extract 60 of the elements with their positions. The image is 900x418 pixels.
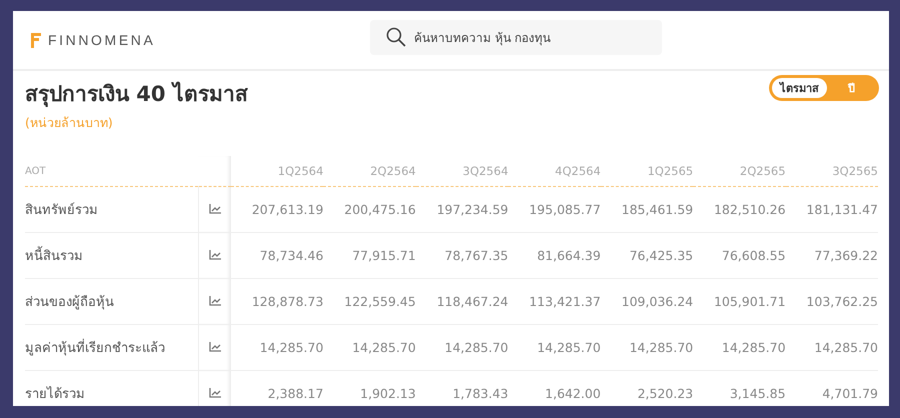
table-cell: 105,901.71 — [714, 294, 786, 309]
table-cell: 14,285.70 — [814, 340, 878, 355]
table-cell: 14,285.70 — [629, 340, 694, 355]
table-cell: 1,642.00 — [545, 386, 601, 401]
column-header: 2Q2564 — [370, 164, 416, 178]
period-tab[interactable]: ไตรมาส — [772, 78, 827, 98]
table-cell: 77,369.22 — [814, 248, 878, 263]
table-cell: 1,783.43 — [452, 386, 508, 401]
chart-icon[interactable] — [208, 204, 221, 214]
chart-icon[interactable] — [208, 342, 221, 352]
chart-icon[interactable] — [208, 388, 221, 398]
table-cell: 78,734.46 — [260, 248, 324, 263]
column-header: 1Q2564 — [278, 164, 324, 178]
logo-text: FINNOMENA — [48, 32, 156, 48]
column-header: 3Q2564 — [462, 164, 508, 178]
chart-icon[interactable] — [208, 250, 221, 260]
table-cell: 77,915.71 — [352, 248, 416, 263]
table-cell: 81,664.39 — [537, 248, 601, 263]
table-cell: 1,902.13 — [360, 386, 416, 401]
table-cell: 3,145.85 — [730, 386, 786, 401]
unit-label: (หน่วยล้านบาท) — [25, 114, 113, 132]
table-cell: 197,234.59 — [436, 202, 508, 217]
table-cell: 2,388.17 — [268, 386, 324, 401]
search-field[interactable]: ค้นหาบทความ หุ้น กองทุน — [370, 20, 662, 55]
table-cell: 181,131.47 — [806, 202, 878, 217]
column-header: 2Q2565 — [740, 164, 786, 178]
table-cell: 109,036.24 — [622, 294, 694, 309]
column-header: 4Q2564 — [555, 164, 601, 178]
table-cell: 122,559.45 — [344, 294, 416, 309]
column-header: 3Q2565 — [832, 164, 878, 178]
table-cell: 185,461.59 — [622, 202, 694, 217]
row-label: มูลค่าหุ้นที่เรียกชำระแล้ว — [25, 337, 165, 358]
logo-icon — [30, 32, 42, 48]
table-cell: 182,510.26 — [714, 202, 786, 217]
table-cell: 14,285.70 — [722, 340, 786, 355]
table-cell: 4,701.79 — [822, 386, 878, 401]
table-cell: 76,608.55 — [722, 248, 786, 263]
table-cell: 14,285.70 — [444, 340, 508, 355]
table-cell: 200,475.16 — [344, 202, 416, 217]
search-icon — [386, 27, 406, 47]
table-cell: 103,762.25 — [806, 294, 878, 309]
table-cell: 207,613.19 — [252, 202, 324, 217]
table-cell: 195,085.77 — [529, 202, 601, 217]
table-cell: 76,425.35 — [629, 248, 694, 263]
table-cell: 2,520.23 — [637, 386, 694, 401]
row-label: สินทรัพย์รวม — [25, 202, 98, 220]
table-cell: 113,421.37 — [529, 294, 601, 309]
table-cell: 14,285.70 — [537, 340, 601, 355]
table-cell: 118,467.24 — [436, 294, 508, 309]
row-label: ส่วนของผู้ถือหุ้น — [25, 294, 114, 312]
table-cell: 78,767.35 — [444, 248, 508, 263]
table-cell: 14,285.70 — [352, 340, 416, 355]
stock-symbol: AOT — [25, 166, 46, 176]
table-cell: 128,878.73 — [252, 294, 324, 309]
column-header: 1Q2565 — [647, 164, 694, 178]
table-cell: 14,285.70 — [260, 340, 324, 355]
chart-icon[interactable] — [208, 296, 221, 306]
row-label: รายได้รวม — [25, 385, 85, 404]
row-label: หนี้สินรวม — [25, 245, 83, 266]
page-title: สรุปการเงิน 40 ไตรมาส — [25, 80, 248, 109]
